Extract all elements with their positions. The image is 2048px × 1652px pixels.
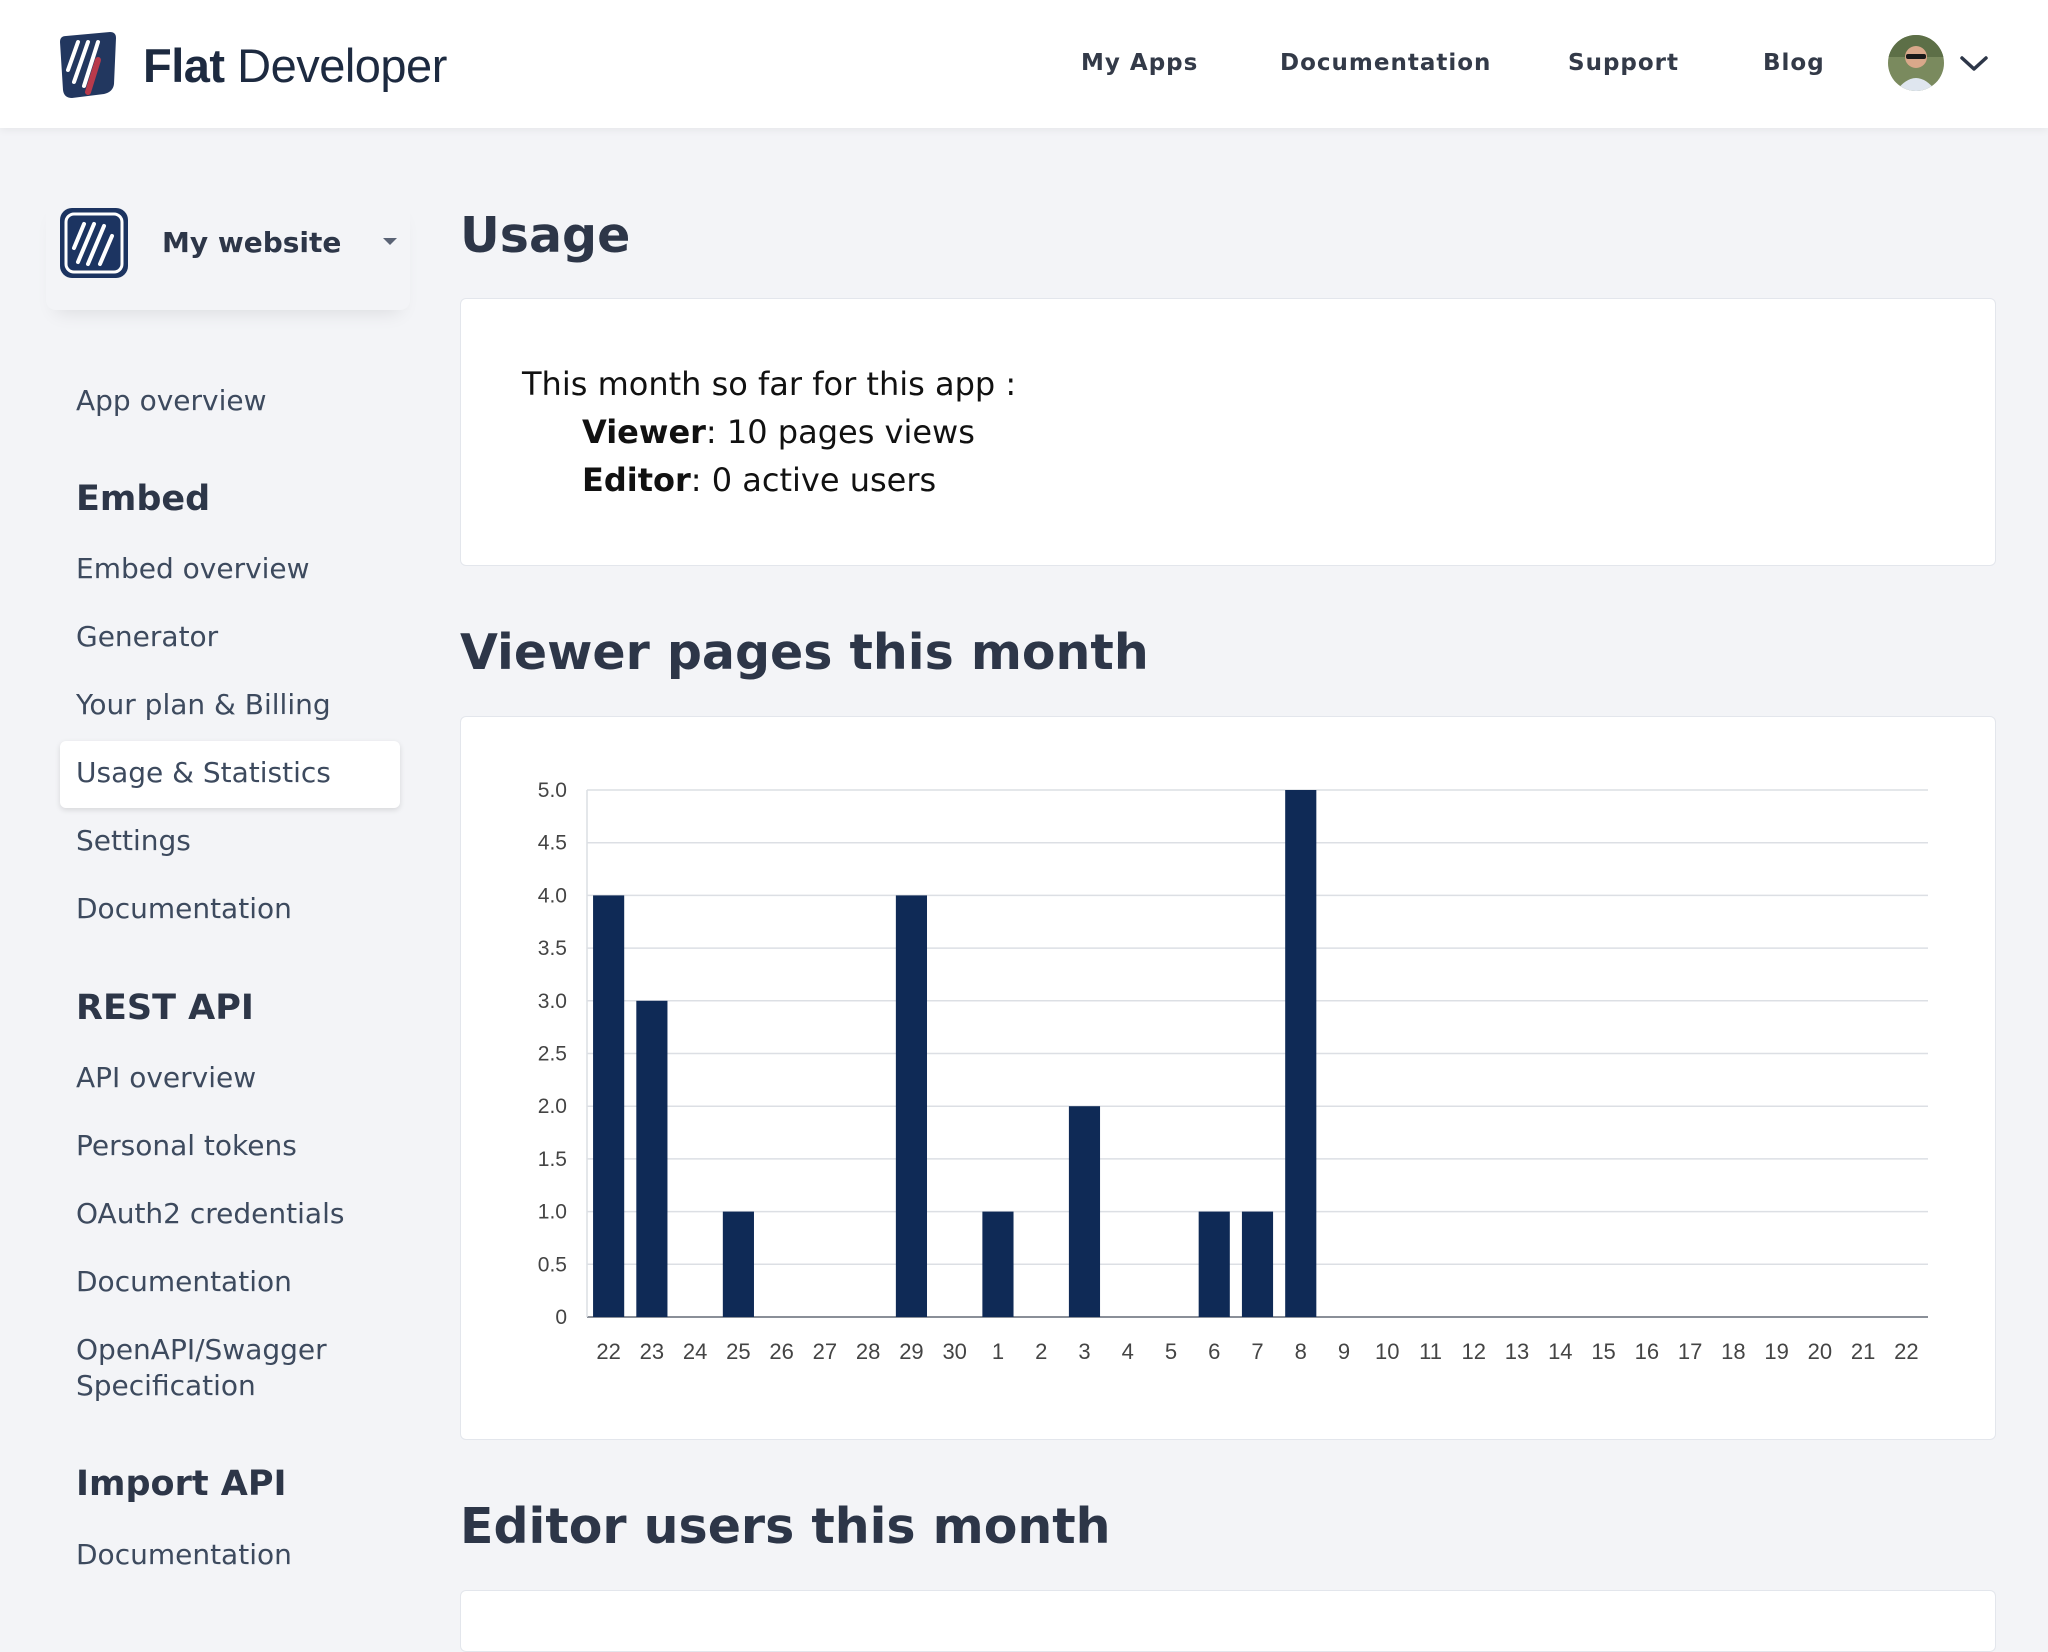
- x-tick-label: 21: [1851, 1339, 1875, 1364]
- y-tick-label: 3.5: [538, 937, 567, 960]
- sidebar-item-openapi[interactable]: OpenAPI/Swagger: [76, 1333, 327, 1366]
- bar: [636, 1000, 668, 1317]
- x-tick-label: 26: [769, 1339, 793, 1364]
- x-tick-label: 29: [899, 1339, 923, 1364]
- x-tick-label: 22: [596, 1339, 620, 1364]
- flat-logo-icon[interactable]: [58, 30, 120, 100]
- x-tick-label: 8: [1295, 1339, 1307, 1364]
- viewer-section-title: Viewer pages this month: [460, 624, 1149, 681]
- x-tick-label: 2: [1035, 1339, 1047, 1364]
- y-tick-label: 0.5: [538, 1253, 567, 1276]
- editor-chart-card: [460, 1590, 1996, 1652]
- x-tick-label: 23: [640, 1339, 664, 1364]
- x-tick-label: 24: [683, 1339, 707, 1364]
- y-tick-label: 3.0: [538, 990, 567, 1013]
- sidebar-item-openapi-specification[interactable]: Specification: [76, 1369, 256, 1402]
- x-tick-label: 19: [1764, 1339, 1788, 1364]
- y-tick-label: 2.5: [538, 1043, 567, 1066]
- sidebar-heading-import-api: Import API: [76, 1464, 287, 1504]
- sidebar-item-generator[interactable]: Generator: [76, 620, 218, 653]
- nav-blog[interactable]: Blog: [1763, 50, 1825, 76]
- sidebar-item-oauth2-credentials[interactable]: OAuth2 credentials: [76, 1197, 344, 1230]
- nav-my-apps[interactable]: My Apps: [1081, 50, 1198, 76]
- x-tick-label: 30: [942, 1339, 966, 1364]
- sidebar-item-app-overview[interactable]: App overview: [76, 384, 267, 417]
- x-tick-label: 3: [1078, 1339, 1090, 1364]
- x-tick-label: 10: [1375, 1339, 1399, 1364]
- sidebar-item-personal-tokens[interactable]: Personal tokens: [76, 1129, 297, 1162]
- editor-usage: Editor: 0 active users: [582, 461, 937, 499]
- x-tick-label: 7: [1251, 1339, 1263, 1364]
- sidebar-item-api-overview[interactable]: API overview: [76, 1061, 256, 1094]
- bar: [1285, 790, 1317, 1317]
- sidebar-item-embed-overview[interactable]: Embed overview: [76, 552, 310, 585]
- user-avatar[interactable]: [1888, 35, 1944, 91]
- x-tick-label: 14: [1548, 1339, 1572, 1364]
- viewer-pages-chart: 00.51.01.52.02.53.03.54.04.55.022 23 24 25 2…: [538, 779, 1928, 1364]
- x-tick-label: 13: [1505, 1339, 1529, 1364]
- y-tick-label: 5.0: [538, 779, 567, 802]
- x-tick-label: 6: [1208, 1339, 1220, 1364]
- nav-documentation[interactable]: Documentation: [1280, 50, 1491, 76]
- x-tick-label: 27: [813, 1339, 837, 1364]
- editor-section-title: Editor users this month: [460, 1498, 1111, 1555]
- usage-summary-card: This month so far for this app : Viewer:…: [460, 298, 1996, 566]
- viewer-chart-card: 0 0.5 1.0 1.5 2.0 2.5 3.0 3.5 4.0 4.5 5.0 22 23 24 25 2…: [460, 716, 1996, 1440]
- x-tick-label: 20: [1808, 1339, 1832, 1364]
- caret-down-icon: [383, 238, 397, 245]
- y-tick-label: 2.0: [538, 1095, 567, 1118]
- y-tick-label: 0: [555, 1306, 567, 1329]
- y-tick-label: 1.5: [538, 1148, 567, 1171]
- sidebar-item-usage-statistics[interactable]: Usage & Statistics: [76, 756, 331, 789]
- bar: [1241, 1211, 1274, 1317]
- viewer-usage: Viewer: 10 pages views: [582, 413, 975, 451]
- bar: [1068, 1106, 1101, 1317]
- page-title: Usage: [460, 207, 631, 264]
- x-tick-label: 18: [1721, 1339, 1745, 1364]
- brand-name[interactable]: Flat Developer: [143, 38, 447, 93]
- x-tick-label: 25: [726, 1339, 750, 1364]
- sidebar-item-import-documentation[interactable]: Documentation: [76, 1538, 292, 1571]
- sidebar-item-plan-billing[interactable]: Your plan & Billing: [76, 688, 331, 721]
- bar: [722, 1211, 754, 1317]
- x-tick-label: 5: [1165, 1339, 1177, 1364]
- x-tick-label: 1: [992, 1339, 1004, 1364]
- x-tick-label: 17: [1678, 1339, 1702, 1364]
- sidebar-item-settings[interactable]: Settings: [76, 824, 191, 857]
- y-tick-label: 1.0: [538, 1201, 567, 1224]
- usage-intro: This month so far for this app :: [522, 365, 1017, 403]
- app-name: My website: [162, 226, 342, 259]
- app-selector[interactable]: My website: [46, 198, 410, 310]
- app-logo-icon: [60, 208, 128, 278]
- sidebar-heading-embed: Embed: [76, 479, 211, 519]
- x-tick-label: 11: [1419, 1339, 1442, 1364]
- sidebar-heading-rest-api: REST API: [76, 988, 254, 1028]
- chevron-down-icon[interactable]: [1958, 52, 1990, 74]
- x-tick-label: 4: [1122, 1339, 1134, 1364]
- x-tick-label: 15: [1591, 1339, 1615, 1364]
- y-tick-label: 4.0: [538, 884, 567, 907]
- x-tick-label: 9: [1338, 1339, 1350, 1364]
- sidebar-item-rest-documentation[interactable]: Documentation: [76, 1265, 292, 1298]
- bar: [593, 895, 625, 1317]
- bar: [1198, 1211, 1230, 1317]
- x-tick-label: 28: [856, 1339, 880, 1364]
- x-tick-label: 16: [1635, 1339, 1659, 1364]
- nav-support[interactable]: Support: [1568, 50, 1679, 76]
- x-tick-label: 12: [1462, 1339, 1486, 1364]
- sidebar-item-embed-documentation[interactable]: Documentation: [76, 892, 292, 925]
- x-tick-label: 22: [1894, 1339, 1918, 1364]
- bar: [895, 895, 928, 1317]
- top-header: Flat Developer My Apps Documentation Sup…: [0, 0, 2048, 128]
- bar: [982, 1211, 1014, 1317]
- y-tick-label: 4.5: [538, 832, 567, 855]
